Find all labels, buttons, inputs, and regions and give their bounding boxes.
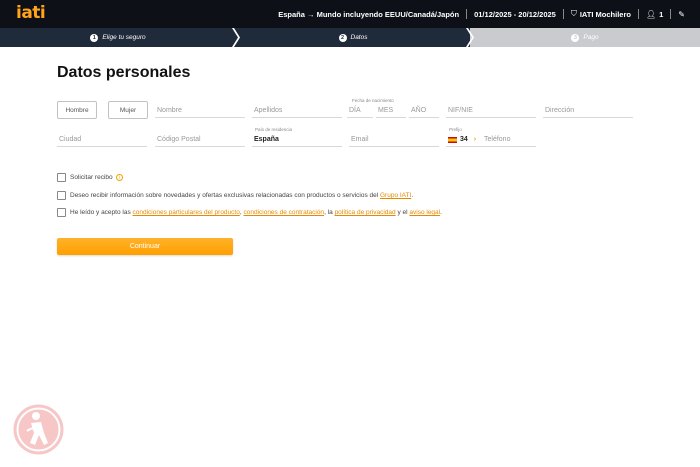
step-label: Elige tu seguro [102, 34, 146, 41]
edit-icon[interactable]: ✎ [678, 10, 685, 19]
step-datos: 2 Datos [236, 28, 470, 47]
phone-prefix-value: 34 [460, 136, 468, 143]
iati-logo[interactable]: iati [16, 3, 46, 23]
connector-text: y el [397, 209, 408, 216]
condiciones-contratacion-link[interactable]: condiciones de contratación [243, 209, 324, 216]
user-icon: 👤︎ [645, 9, 657, 19]
birth-month-field[interactable]: MES [376, 101, 406, 118]
connector-text: la [327, 209, 333, 216]
novedades-checkbox[interactable] [57, 191, 66, 200]
divider [466, 9, 468, 19]
info-icon[interactable]: i [115, 174, 123, 181]
birth-year-field[interactable]: AÑO [409, 101, 439, 118]
codigo-postal-field[interactable]: Código Postal [155, 130, 245, 147]
top-header: iati España → Mundo incluyendo EEUU/Cana… [0, 0, 700, 28]
trip-summary: España → Mundo incluyendo EEUU/Canadá/Ja… [278, 9, 688, 19]
checkout-steps: 1 Elige tu seguro 2 Datos 3 Pago [0, 28, 700, 47]
spain-flag-icon [448, 136, 457, 143]
recibo-checkbox[interactable] [57, 173, 66, 182]
gender-mujer-button[interactable]: Mujer [108, 101, 148, 119]
step-number: 1 [90, 33, 99, 42]
grupo-iati-link[interactable]: Grupo IATI [380, 192, 411, 199]
step-chevron [232, 28, 240, 47]
recibo-label: Solicitar recibo [70, 174, 113, 181]
apellidos-field[interactable]: Apellidos [252, 101, 342, 118]
aviso-legal-link[interactable]: aviso legal [409, 209, 440, 216]
step-label: Datos [350, 34, 368, 41]
step-chevron [466, 28, 474, 47]
step-number: 3 [571, 33, 580, 42]
step-number: 2 [338, 33, 347, 42]
trip-destination: España → Mundo incluyendo EEUU/Canadá/Ja… [278, 9, 460, 19]
phone-prefix-select[interactable]: 34 › [446, 130, 482, 147]
divider [637, 9, 639, 19]
shield-icon: ⛉ [570, 9, 577, 18]
step-elige-seguro[interactable]: 1 Elige tu seguro [0, 28, 236, 47]
divider [562, 9, 564, 19]
nombre-field[interactable]: Nombre [155, 101, 245, 118]
gender-hombre-button[interactable]: Hombre [57, 101, 97, 119]
punctuation: , [239, 209, 242, 216]
step-label: Pago [583, 34, 599, 41]
condiciones-particulares-link[interactable]: condiciones particulares del producto [133, 209, 240, 216]
product-name: IATI Mochilero [579, 9, 631, 19]
step-pago: 3 Pago [470, 28, 700, 47]
country-select[interactable]: España [252, 130, 342, 147]
continue-button[interactable]: Continuar [57, 238, 233, 255]
travelers-count: 1 [659, 9, 664, 19]
nif-field[interactable]: NIF/NIE [446, 101, 536, 118]
chevron-right-icon: › [473, 136, 477, 143]
punctuation: , [324, 209, 326, 216]
recibo-checkbox-row: Solicitar recibo i [57, 173, 123, 182]
legal-checkbox-row: He leído y acepto las condiciones partic… [57, 208, 442, 217]
politica-privacidad-link[interactable]: política de privacidad [335, 209, 396, 216]
novedades-label: Deseo recibir información sobre novedade… [70, 192, 379, 199]
email-field[interactable]: Email [349, 130, 439, 147]
divider [670, 9, 672, 19]
birth-day-field[interactable]: DÍA [347, 101, 373, 118]
ciudad-field[interactable]: Ciudad [57, 130, 147, 147]
page-title: Datos personales [57, 64, 191, 81]
direccion-field[interactable]: Dirección [543, 101, 633, 118]
trip-dates: 01/12/2025 - 20/12/2025 [474, 9, 556, 19]
novedades-checkbox-row: Deseo recibir información sobre novedade… [57, 191, 413, 200]
punctuation: . [440, 209, 442, 216]
telefono-field[interactable]: Teléfono [482, 130, 536, 147]
legal-checkbox[interactable] [57, 208, 66, 217]
punctuation: . [411, 192, 414, 199]
accessibility-badge-icon[interactable] [12, 403, 65, 456]
legal-label: He leído y acepto las [70, 209, 131, 216]
